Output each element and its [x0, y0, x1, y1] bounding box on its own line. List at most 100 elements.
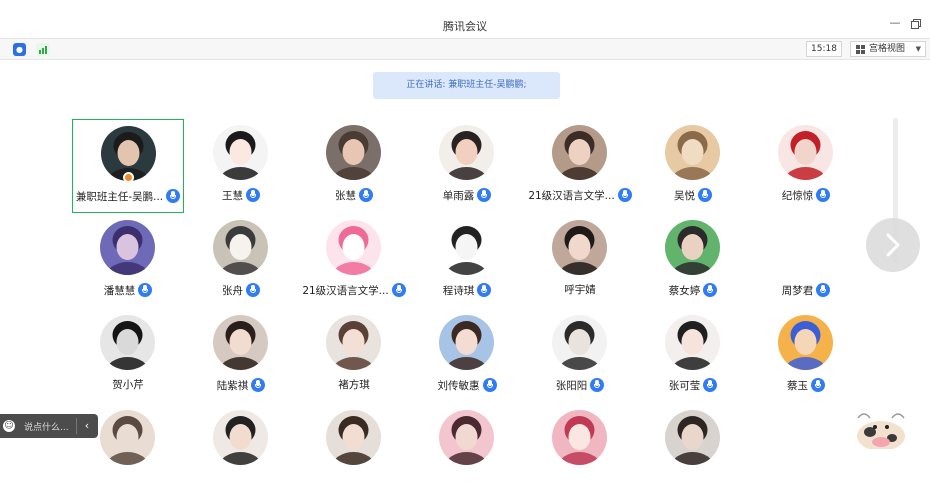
participant-tile[interactable]: 潘慧慧: [72, 214, 184, 308]
participant-name: 张舟: [222, 285, 243, 297]
participant-name-line: 呼宇婧: [524, 283, 636, 297]
participant-name-line: 蔡女婷: [637, 283, 749, 297]
avatar: [213, 410, 268, 465]
participant-tile[interactable]: 张阳阳: [524, 309, 636, 403]
participant-tile[interactable]: 吴悦: [637, 119, 749, 213]
participant-name: 呼宇婧: [564, 284, 596, 296]
participant-tile[interactable]: 纪惊惊: [750, 119, 862, 213]
participant-name-line: 陆紫祺: [185, 378, 297, 392]
participant-name-line: 张舟: [185, 283, 297, 297]
participant-name: 吴悦: [674, 190, 695, 202]
participant-tile[interactable]: [298, 404, 410, 498]
participant-tile[interactable]: 程诗琪: [411, 214, 523, 308]
grid-view-icon: [856, 45, 865, 54]
participant-tile[interactable]: 褚方琪: [298, 309, 410, 403]
participant-tile[interactable]: [185, 404, 297, 498]
microphone-icon[interactable]: [166, 189, 181, 203]
participant-tile[interactable]: 张舟: [185, 214, 297, 308]
participant-tile[interactable]: 刘传敏惠: [411, 309, 523, 403]
participant-name: 纪惊惊: [781, 190, 814, 202]
participant-name-line: 刘传敏惠: [411, 378, 523, 392]
chat-placeholder[interactable]: 说点什么...: [24, 420, 69, 433]
speaking-banner: 正在讲话: 兼职班主任-吴鹏鹏;: [373, 72, 560, 99]
avatar: [439, 410, 494, 465]
microphone-icon[interactable]: [359, 188, 373, 202]
network-signal-icon[interactable]: [36, 43, 50, 56]
microphone-icon[interactable]: [251, 378, 266, 392]
microphone-icon[interactable]: [482, 378, 497, 392]
view-mode-button[interactable]: 宫格视图 ▼: [850, 41, 926, 57]
title-bar: 腾讯会议 —: [0, 0, 930, 38]
participant-name: 蔡女婷: [668, 285, 701, 297]
chat-input-bar[interactable]: ☺ 说点什么... ‹: [0, 414, 98, 438]
participant-name-line: 蔡玉: [750, 378, 862, 392]
participant-tile[interactable]: 单雨露: [411, 119, 523, 213]
microphone-icon[interactable]: [246, 188, 260, 202]
participant-name: 张慧: [335, 190, 356, 202]
security-shield-icon[interactable]: ●: [13, 43, 26, 56]
participant-name: 张可莹: [668, 380, 701, 392]
avatar: [439, 125, 494, 180]
microphone-icon[interactable]: [816, 283, 831, 297]
participant-tile[interactable]: 周梦君: [750, 214, 862, 308]
participant-name: 蔡玉: [787, 380, 808, 392]
participant-tile[interactable]: 兼职班主任-吴鹏...: [72, 119, 184, 213]
participant-tile[interactable]: 陆紫祺: [185, 309, 297, 403]
microphone-icon[interactable]: [703, 378, 718, 392]
collapse-chevron-icon[interactable]: ‹: [80, 419, 94, 432]
participant-tile[interactable]: 张可莹: [637, 309, 749, 403]
participant-name-line: 兼职班主任-吴鹏...: [73, 189, 183, 203]
next-page-button[interactable]: [866, 218, 920, 272]
participant-name: 兼职班主任-吴鹏...: [75, 191, 164, 203]
microphone-icon[interactable]: [391, 283, 406, 297]
participant-name: 潘慧慧: [103, 285, 136, 297]
microphone-icon[interactable]: [477, 188, 492, 202]
avatar: [665, 410, 720, 465]
participant-name-line: 张阳阳: [524, 378, 636, 392]
avatar: [100, 220, 155, 275]
microphone-icon[interactable]: [590, 378, 605, 392]
participant-tile[interactable]: [524, 404, 636, 498]
participant-tile[interactable]: [637, 404, 749, 498]
participant-name: 褚方琪: [338, 379, 370, 391]
avatar: [213, 220, 268, 275]
minimize-icon[interactable]: —: [889, 17, 901, 30]
participant-name: 21级汉语言文学...: [302, 285, 389, 297]
microphone-icon[interactable]: [811, 378, 825, 392]
participant-tile[interactable]: [411, 404, 523, 498]
microphone-icon[interactable]: [477, 283, 492, 297]
participant-name: 陆紫祺: [216, 380, 249, 392]
avatar: [326, 125, 381, 180]
participant-name-line: 单雨露: [411, 188, 523, 202]
participant-tile[interactable]: 张慧: [298, 119, 410, 213]
participant-name: 单雨露: [442, 190, 475, 202]
participant-tile[interactable]: 王慧: [185, 119, 297, 213]
participant-name-line: 王慧: [185, 188, 297, 202]
participant-tile[interactable]: 21级汉语言文学...: [524, 119, 636, 213]
emoji-icon[interactable]: ☺: [3, 420, 15, 432]
participant-tile[interactable]: 呼宇婧: [524, 214, 636, 308]
microphone-icon[interactable]: [703, 283, 718, 297]
participant-tile[interactable]: 贺小芹: [72, 309, 184, 403]
avatar: [439, 220, 494, 275]
divider: [76, 418, 77, 434]
avatar: [326, 220, 381, 275]
avatar: [778, 315, 833, 370]
microphone-icon[interactable]: [698, 188, 712, 202]
avatar: [552, 315, 607, 370]
participant-tile[interactable]: 21级汉语言文学...: [298, 214, 410, 308]
participant-name-line: 程诗琪: [411, 283, 523, 297]
microphone-icon[interactable]: [246, 283, 260, 297]
view-mode-label: 宫格视图: [869, 44, 906, 54]
restore-icon[interactable]: [911, 19, 921, 29]
avatar: [100, 315, 155, 370]
participant-tile[interactable]: 蔡玉: [750, 309, 862, 403]
microphone-icon[interactable]: [617, 188, 632, 202]
participant-name: 刘传敏惠: [437, 380, 480, 392]
microphone-icon[interactable]: [138, 283, 153, 297]
microphone-icon[interactable]: [816, 188, 831, 202]
participant-name-line: 吴悦: [637, 188, 749, 202]
participant-name-line: 纪惊惊: [750, 188, 862, 202]
avatar: [665, 125, 720, 180]
participant-tile[interactable]: 蔡女婷: [637, 214, 749, 308]
